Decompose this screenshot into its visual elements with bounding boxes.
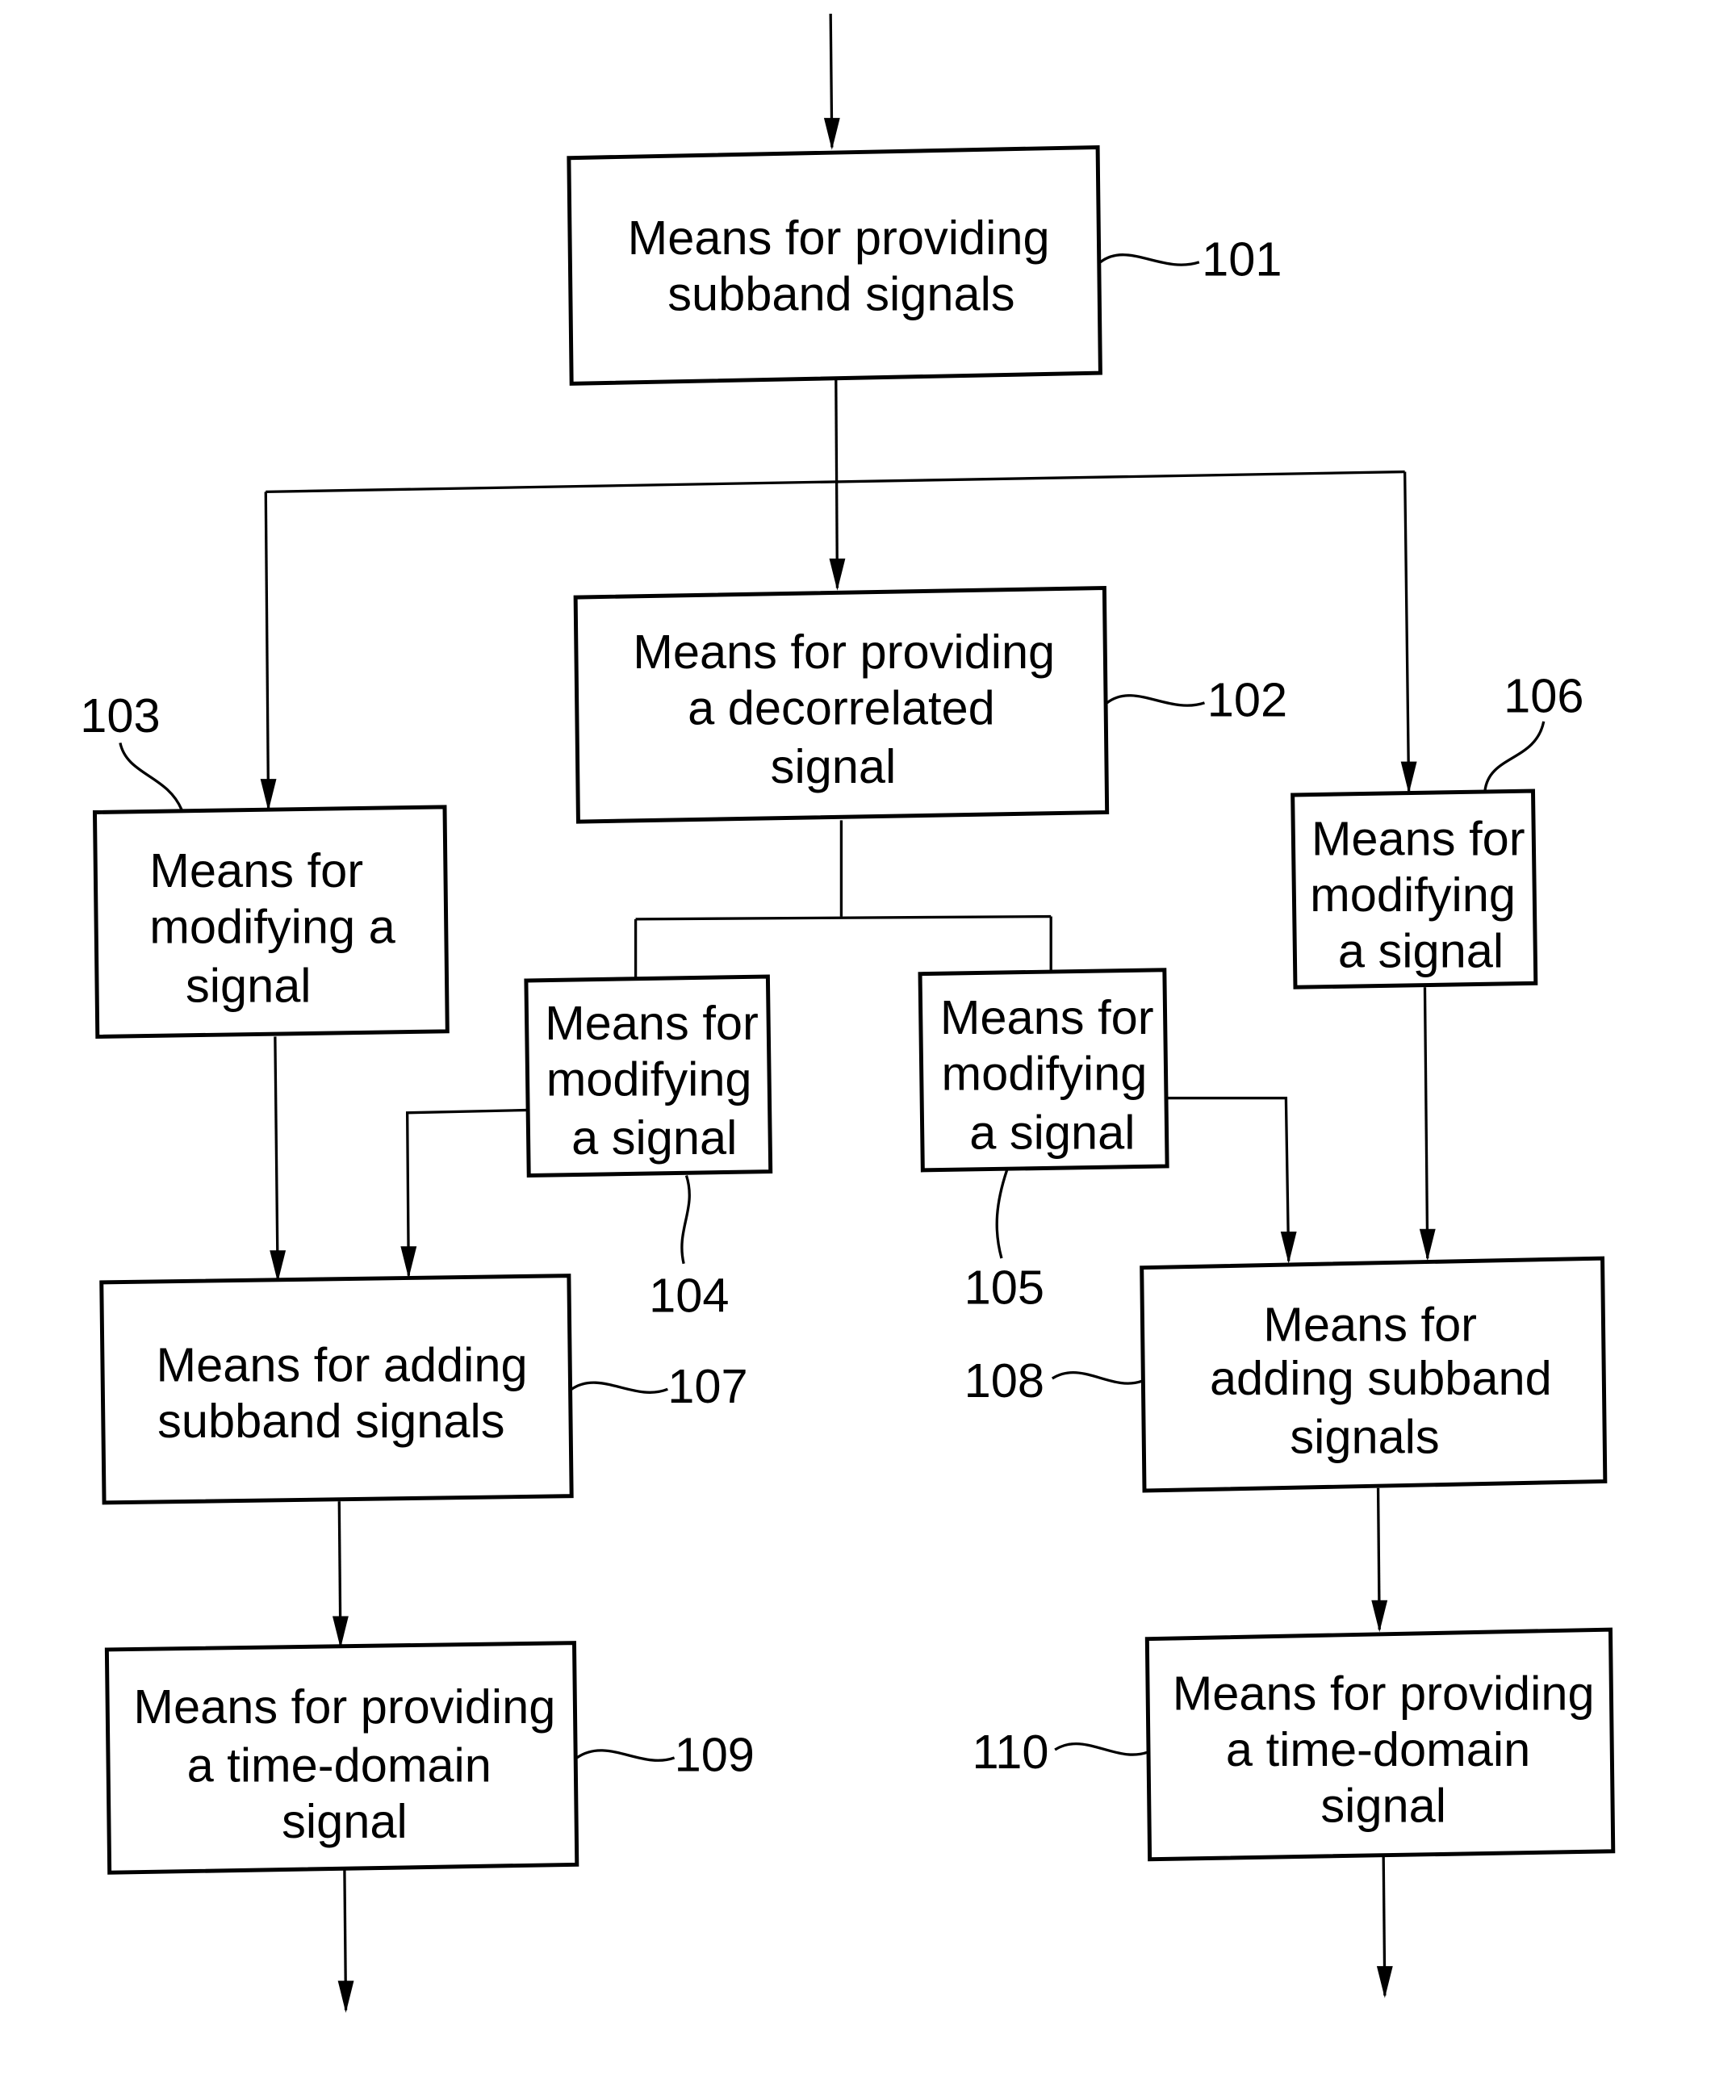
wire-101-103 [264, 492, 270, 809]
arrow-input-101 [823, 118, 840, 150]
leader-103 [119, 743, 183, 810]
ref-label-110: 110 [973, 1725, 1049, 1779]
block-103-line-2: modifying a [149, 900, 395, 954]
block-110-line-2: a time-domain [1226, 1722, 1530, 1776]
block-103[interactable]: Means for modifying a signal [92, 805, 450, 1039]
ref-label-101: 101 [1202, 232, 1282, 286]
wire-104-107 [405, 1108, 529, 1276]
block-109-line-3: signal [282, 1794, 408, 1848]
wire-102-split [635, 820, 1052, 921]
block-109[interactable]: Means for providing a time-domain signal [104, 1641, 579, 1875]
arrow-109-output [337, 1981, 354, 2013]
ref-label-105: 105 [964, 1260, 1044, 1314]
block-105-line-3: a signal [969, 1105, 1135, 1159]
block-106-line-1: Means for [1311, 811, 1525, 865]
ref-label-107: 107 [667, 1359, 747, 1413]
block-106[interactable]: Means for modifying a signal [1290, 789, 1538, 989]
block-101-frame [567, 144, 1102, 386]
leader-104 [680, 1175, 691, 1265]
leader-108 [1051, 1370, 1143, 1385]
block-110-line-1: Means for providing [1173, 1666, 1595, 1720]
block-105-line-2: modifying [941, 1047, 1147, 1101]
block-107[interactable]: Means for adding subband signals [99, 1274, 574, 1505]
arrow-104-107 [400, 1246, 417, 1278]
ref-label-104: 104 [649, 1268, 729, 1322]
arrow-108-110 [1371, 1600, 1388, 1633]
leader-101 [1099, 253, 1200, 266]
block-101-line-1: Means for providing [628, 211, 1050, 265]
block-110-line-3: signal [1320, 1778, 1446, 1832]
block-104-line-2: modifying [546, 1052, 752, 1106]
block-103-line-1: Means for [149, 843, 363, 897]
block-102[interactable]: Means for providing a decorrelated signa… [573, 585, 1110, 824]
ref-label-103: 103 [80, 688, 160, 743]
arrow-106-108 [1419, 1228, 1436, 1261]
arrow-107-109 [332, 1616, 349, 1649]
ref-label-102: 102 [1207, 672, 1287, 726]
arrow-110-output [1376, 1966, 1393, 1998]
block-110[interactable]: Means for providing a time-domain signal [1144, 1627, 1616, 1862]
arrow-101-106 [1400, 761, 1417, 794]
block-109-line-2: a time-domain [187, 1738, 492, 1793]
block-108-line-2: adding subband [1210, 1351, 1552, 1405]
block-102-line-3: signal [771, 739, 897, 793]
block-105-line-1: Means for [940, 990, 1154, 1044]
wire-101-102 [835, 379, 839, 588]
ref-label-109: 109 [675, 1727, 755, 1781]
block-109-line-1: Means for providing [133, 1680, 555, 1734]
leader-110 [1054, 1742, 1148, 1756]
block-104-line-3: a signal [571, 1111, 737, 1165]
block-101-line-2: subband signals [667, 266, 1014, 320]
block-108-line-3: signals [1290, 1410, 1439, 1464]
wire-105-108 [1167, 1096, 1290, 1261]
block-103-line-3: signal [186, 958, 312, 1012]
wire-101-106 [1403, 471, 1411, 792]
block-104[interactable]: Means for modifying a signal [524, 974, 773, 1178]
arrow-103-107 [270, 1250, 287, 1282]
ref-label-106: 106 [1504, 668, 1583, 722]
block-104-line-1: Means for [545, 996, 759, 1050]
ref-label-108: 108 [964, 1353, 1044, 1408]
block-106-line-3: a signal [1338, 923, 1504, 977]
leader-107 [571, 1381, 668, 1394]
arrow-101-103 [260, 779, 277, 811]
wire-103-107 [274, 1036, 279, 1280]
leader-102 [1106, 694, 1205, 707]
block-106-line-2: modifying [1310, 868, 1516, 922]
block-diagram: Means for providing subband signals 101 … [80, 14, 1616, 2013]
block-107-line-2: subband signals [157, 1394, 504, 1448]
leader-106 [1483, 721, 1546, 792]
leader-105 [995, 1169, 1009, 1259]
arrow-105-108 [1280, 1232, 1297, 1264]
arrow-101-102 [829, 558, 846, 591]
block-107-line-1: Means for adding [157, 1337, 528, 1391]
block-102-line-2: a decorrelated [688, 680, 995, 734]
block-101[interactable]: Means for providing subband signals [567, 144, 1102, 386]
block-105[interactable]: Means for modifying a signal [918, 968, 1169, 1173]
leader-109 [575, 1749, 676, 1762]
block-108-line-1: Means for [1263, 1298, 1477, 1352]
wire-106-108 [1423, 987, 1429, 1259]
block-108[interactable]: Means for adding subband signals [1140, 1256, 1608, 1493]
block-102-line-1: Means for providing [633, 625, 1055, 679]
